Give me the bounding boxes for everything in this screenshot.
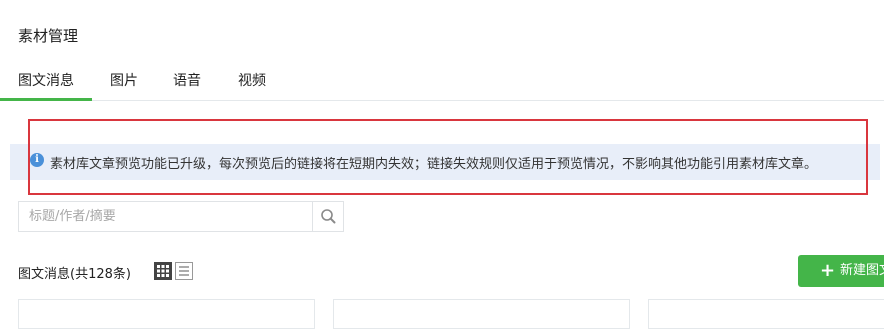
plus-icon: + <box>820 260 836 281</box>
tab-bar: 图文消息 图片 语音 视频 <box>0 60 884 101</box>
list-count-label: 图文消息(共128条) <box>18 267 131 282</box>
notice-text: 素材库文章预览功能已升级，每次预览后的链接将在短期内失效；链接失效规则仅适用于预… <box>50 157 818 172</box>
tab-video[interactable]: 视频 <box>238 70 266 90</box>
tab-voice[interactable]: 语音 <box>173 70 201 90</box>
new-article-button[interactable]: + 新建图文 <box>798 255 884 287</box>
list-view-icon[interactable] <box>175 262 193 280</box>
notice-bar: i 素材库文章预览功能已升级，每次预览后的链接将在短期内失效；链接失效规则仅适用… <box>10 144 880 180</box>
info-icon: i <box>30 153 44 167</box>
tab-images[interactable]: 图片 <box>110 70 138 90</box>
search-input[interactable] <box>19 202 313 231</box>
search-box <box>18 201 344 232</box>
new-article-label: 新建图文 <box>840 263 884 278</box>
grid-view-icon[interactable] <box>154 262 172 280</box>
article-card[interactable] <box>648 299 884 329</box>
search-button[interactable] <box>312 202 343 231</box>
search-icon <box>321 209 336 224</box>
article-card[interactable] <box>18 299 315 329</box>
article-card[interactable] <box>333 299 630 329</box>
tab-news[interactable]: 图文消息 <box>0 70 92 101</box>
page-title: 素材管理 <box>18 27 79 45</box>
